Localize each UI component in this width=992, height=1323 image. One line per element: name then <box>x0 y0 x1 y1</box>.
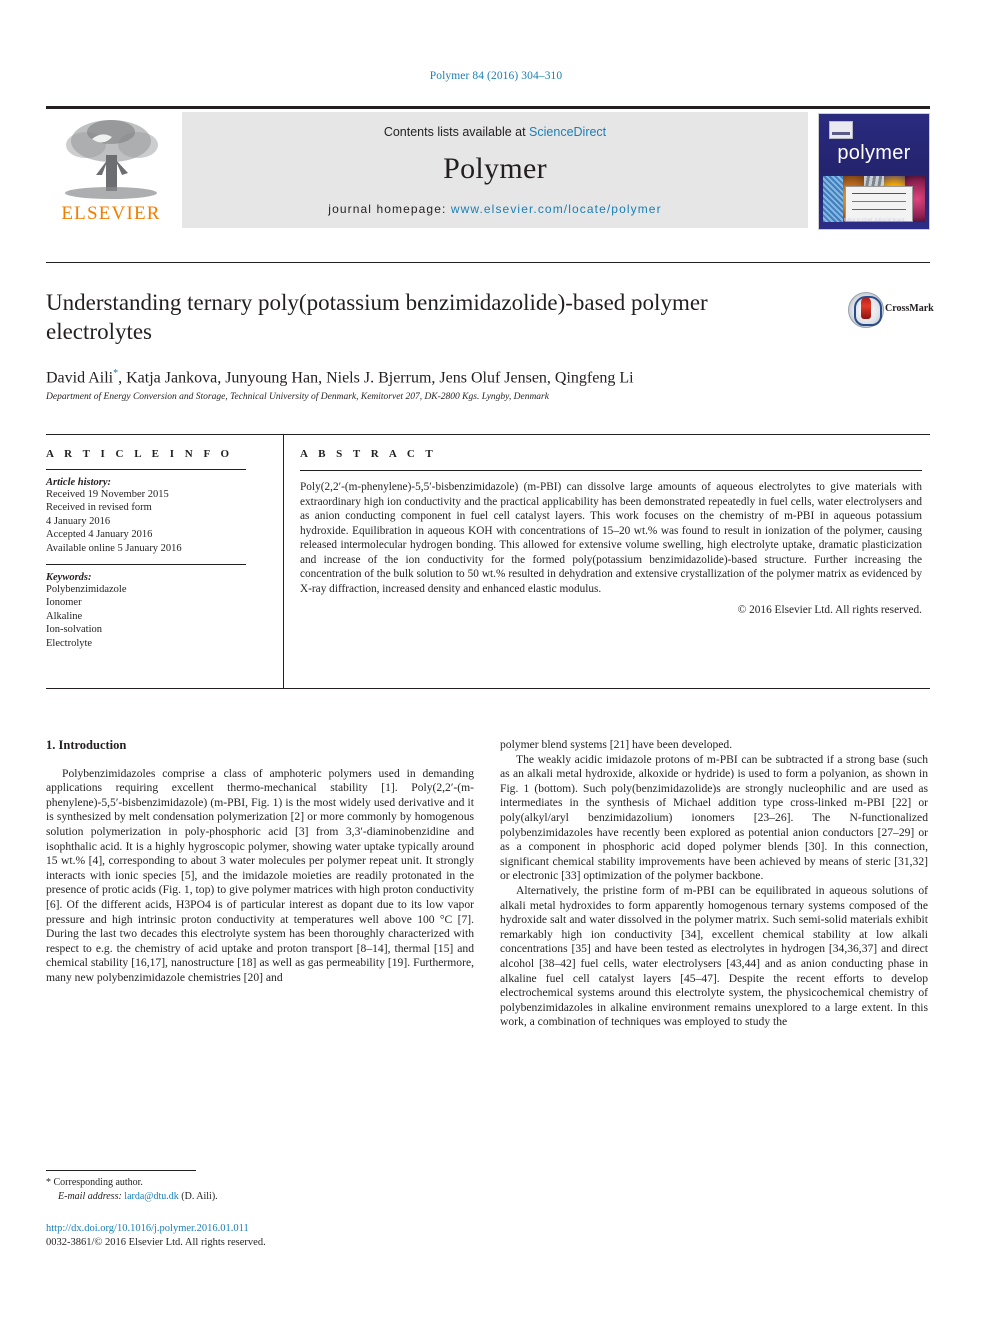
cover-footnote: Editor-in-Chief: Editorial Board <box>843 217 905 222</box>
elsevier-wordmark: ELSEVIER <box>61 203 161 224</box>
elsevier-logo: ELSEVIER <box>46 109 176 234</box>
article-history-line: Received in revised form <box>46 502 152 514</box>
email-link[interactable]: larda@dtu.dk <box>124 1191 178 1202</box>
info-abstract-divider <box>283 434 284 689</box>
homepage-prefix: journal homepage: <box>328 202 451 216</box>
journal-cover-thumbnail[interactable]: polymer Editor-in-Chief: Editorial Board <box>818 113 930 230</box>
issn-copyright-line: 0032-3861/© 2016 Elsevier Ltd. All right… <box>46 1237 266 1248</box>
doi-block: http://dx.doi.org/10.1016/j.polymer.2016… <box>46 1222 476 1250</box>
article-info-block: A R T I C L E I N F O Article history: R… <box>46 448 270 650</box>
article-info-rule <box>46 469 246 470</box>
keyword-item: Ion-solvation <box>46 624 102 636</box>
body-paragraph: Polybenzimidazoles comprise a class of a… <box>46 766 474 984</box>
article-history-line: Received 19 November 2015 <box>46 489 169 500</box>
article-info-heading: A R T I C L E I N F O <box>46 448 234 460</box>
author-list: David Aili*, Katja Jankova, Junyoung Han… <box>46 368 876 387</box>
journal-homepage-line: journal homepage: www.elsevier.com/locat… <box>182 202 808 216</box>
article-page: Polymer 84 (2016) 304–310 ELSEVIER Conte… <box>0 0 992 1323</box>
info-abstract-bottom-rule <box>46 688 930 689</box>
body-paragraph: The weakly acidic imidazole protons of m… <box>500 752 928 883</box>
footnote-divider <box>46 1170 196 1171</box>
keyword-item: Electrolyte <box>46 637 93 649</box>
article-history-line: Available online 5 January 2016 <box>46 542 182 554</box>
corresponding-author-text: * Corresponding author. <box>46 1177 143 1188</box>
elsevier-tree-icon <box>65 120 158 199</box>
abstract-copyright: © 2016 Elsevier Ltd. All rights reserved… <box>737 604 922 616</box>
authors-remaining: , Katja Jankova, Junyoung Han, Niels J. … <box>118 369 634 387</box>
cover-journal-name: polymer <box>837 142 911 164</box>
keyword-item: Alkaline <box>46 610 83 622</box>
crossmark-label: CrossMark <box>885 303 934 314</box>
abstract-text: Poly(2,2′-(m-phenylene)-5,5′-bisbenzimid… <box>300 481 922 595</box>
body-paragraph: Alternatively, the pristine form of m-PB… <box>500 883 928 1029</box>
keywords-label: Keywords: <box>46 572 92 584</box>
contents-prefix: Contents lists available at <box>383 125 530 139</box>
journal-homepage-link[interactable]: www.elsevier.com/locate/polymer <box>451 202 662 216</box>
crossmark-badge[interactable]: CrossMark <box>848 292 934 328</box>
journal-masthead: ELSEVIER Contents lists available at Sci… <box>46 106 930 234</box>
email-suffix: (D. Aili). <box>181 1190 218 1202</box>
journal-reference: Polymer 84 (2016) 304–310 <box>429 70 563 82</box>
abstract-heading: A B S T R A C T <box>300 448 437 460</box>
body-column-left: 1. Introduction Polybenzimidazoles compr… <box>46 738 474 986</box>
page-title: Understanding ternary poly(potassium ben… <box>46 290 708 344</box>
section-heading-introduction: 1. Introduction <box>46 738 127 752</box>
corresponding-author-note: * Corresponding author. E-mail address: … <box>46 1176 476 1203</box>
abstract-block: A B S T R A C T Poly(2,2′-(m-phenylene)-… <box>300 448 922 616</box>
sciencedirect-link[interactable]: ScienceDirect <box>529 125 606 139</box>
info-abstract-top-rule <box>46 434 930 435</box>
contents-available-line: Contents lists available at ScienceDirec… <box>182 125 808 139</box>
email-address-label: E-mail address: <box>58 1190 122 1202</box>
article-history-label: Article history: <box>46 477 112 488</box>
title-divider <box>46 262 930 263</box>
keyword-item: Polybenzimidazole <box>46 584 127 596</box>
article-history-line: 4 January 2016 <box>46 515 111 527</box>
article-history-line: Accepted 4 January 2016 <box>46 529 153 541</box>
keywords-rule <box>46 564 246 566</box>
contents-band: Contents lists available at ScienceDirec… <box>182 112 808 228</box>
doi-link[interactable]: http://dx.doi.org/10.1016/j.polymer.2016… <box>46 1223 249 1234</box>
elsevier-badge-icon <box>829 121 853 139</box>
abstract-rule <box>300 470 922 471</box>
affiliation: Department of Energy Conversion and Stor… <box>46 392 549 402</box>
journal-title: Polymer <box>443 152 547 185</box>
crossmark-icon <box>848 292 884 328</box>
author-first: David Aili <box>46 369 114 387</box>
keyword-item: Ionomer <box>46 597 82 609</box>
body-paragraph: polymer blend systems [21] have been dev… <box>500 738 733 751</box>
body-column-right: polymer blend systems [21] have been dev… <box>500 738 928 1030</box>
